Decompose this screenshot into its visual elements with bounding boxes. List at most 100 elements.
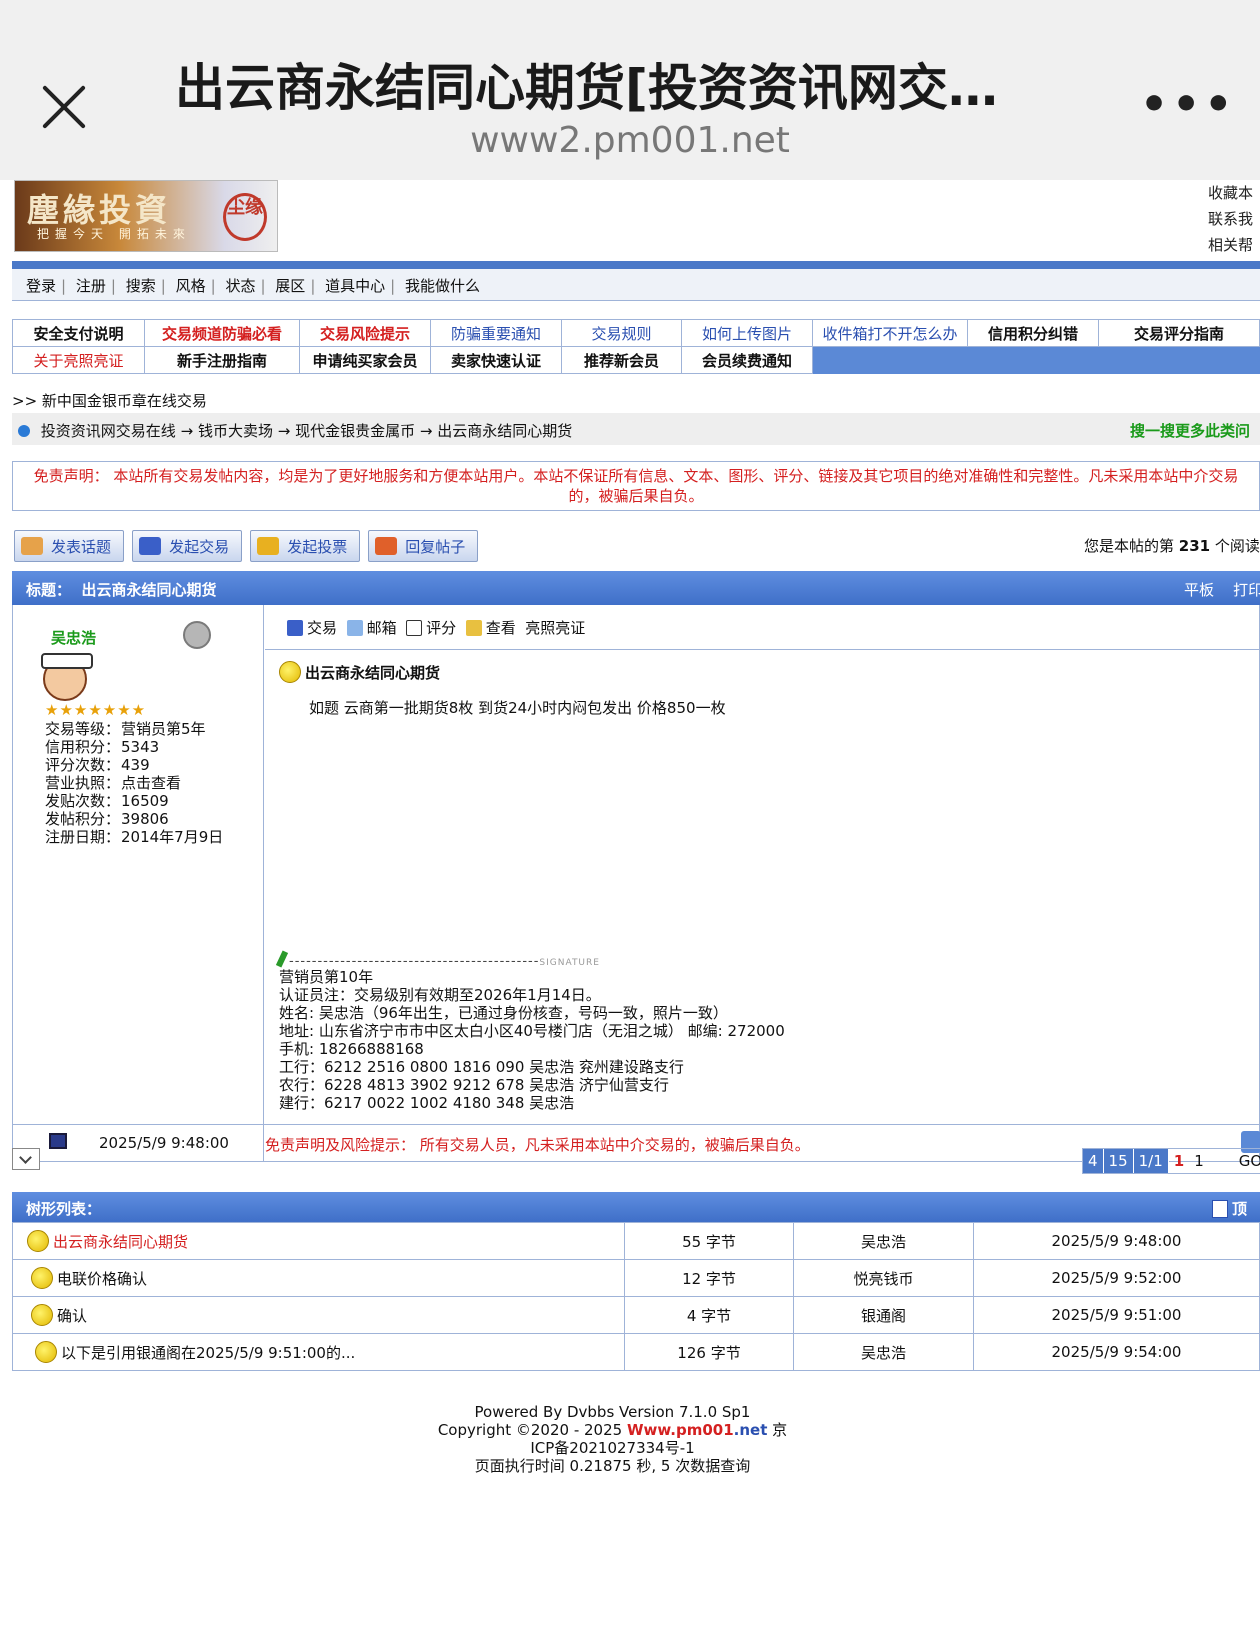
notice-link[interactable]: 交易频道防骗必看 [144, 319, 300, 347]
reply-button[interactable]: 回复帖子 [368, 530, 479, 562]
notice-link[interactable]: 会员续费通知 [681, 346, 813, 374]
new-trade-button[interactable]: 发起交易 [132, 530, 243, 562]
pencil-icon [21, 537, 43, 555]
risk-notice: 免责声明及风险提示： 所有交易人员，凡未采用本站中介交易的，被骗后果自负。 [265, 1136, 810, 1154]
signature: 营销员第10年 认证员注：交易级别有效期至2026年1月14日。 姓名: 吴忠浩（9… [279, 968, 785, 1112]
signature-line: 建行：6217 0022 1002 4180 348 吴忠浩 [279, 1094, 575, 1112]
notice-link[interactable]: 申请纯买家会员 [299, 346, 431, 374]
reply-icon [375, 537, 398, 555]
avatar [41, 653, 93, 701]
notice-link[interactable]: 交易评分指南 [1098, 319, 1260, 347]
computer-icon[interactable] [49, 1133, 67, 1149]
print-link[interactable]: 打印 [1233, 581, 1260, 599]
table-row[interactable]: 确认 4 字节 银通阁 2025/5/9 9:51:00 [12, 1296, 1260, 1334]
image-icon [465, 620, 482, 636]
top-link[interactable]: 顶 [1232, 1200, 1247, 1218]
menu-register[interactable]: 注册 [76, 277, 106, 295]
table-row[interactable]: 出云商永结同心期货 55 字节 吴忠浩 2025/5/9 9:48:00 [12, 1222, 1260, 1260]
smiley-icon [279, 661, 301, 683]
author-info-row: 交易等级：营销员第5年 [45, 720, 206, 738]
bar-chart-icon [257, 537, 280, 555]
menu-exhibit[interactable]: 展区 [275, 277, 305, 295]
author-panel: 吴忠浩 ★★★★★★★ 交易等级：营销员第5年 信用积分：5343 评分次数：439… [13, 605, 264, 1124]
breadcrumb-item[interactable]: 钱币大卖场 [198, 422, 273, 440]
bookmark-link[interactable]: 收藏本 [1208, 180, 1253, 206]
document-icon [1212, 1200, 1228, 1218]
table-row[interactable]: 电联价格确认 12 字节 悦亮钱币 2025/5/9 9:52:00 [12, 1259, 1260, 1297]
signature-line: 农行：6228 4813 3902 9212 678 吴忠浩 济宁仙营支行 [279, 1076, 669, 1094]
author-info-row: 发贴次数：16509 [45, 792, 169, 810]
notice-link[interactable]: 交易风险提示 [299, 319, 431, 347]
author-info-row: 评分次数：439 [45, 756, 150, 774]
smiley-icon [27, 1230, 49, 1252]
view-link[interactable]: 查看 [486, 619, 516, 637]
author-info-row: 注册日期：2014年7月9日 [45, 828, 224, 846]
icp-link[interactable]: ICP备2021027334号-1 [0, 1439, 1225, 1457]
mail-icon [346, 620, 363, 636]
signature-line: 地址: 山东省济宁市市中区太白小区40号楼门店（无泪之城） 邮编: 272000 [279, 1022, 785, 1040]
trade-link[interactable]: 交易 [307, 619, 337, 637]
notice-link[interactable]: 推荐新会员 [561, 346, 682, 374]
menu-what-can-i-do[interactable]: 我能做什么 [405, 277, 480, 295]
current-page: 1 [1173, 1152, 1185, 1170]
search-more-link[interactable]: 搜一搜更多此类问 [1130, 420, 1250, 441]
notice-link[interactable]: 卖家快速认证 [430, 346, 562, 374]
post-title: 出云商永结同心期货 [279, 661, 440, 683]
post-footer: 2025/5/9 9:48:00 免责声明及风险提示： 所有交易人员，凡未采用本… [12, 1125, 1260, 1162]
notice-grid: 安全支付说明 交易频道防骗必看 交易风险提示 防骗重要通知 交易规则 如何上传图… [12, 319, 1260, 374]
notice-link[interactable]: 关于亮照亮证 [12, 346, 145, 374]
breadcrumb: 投资资讯网交易在线 → 钱币大卖场 → 现代金银贵金属币 → 出云商永结同心期货… [12, 413, 1260, 445]
post-body: 如题 云商第一批期货8枚 到货24小时内闷包发出 价格850一枚 [309, 699, 726, 717]
menu-login[interactable]: 登录 [26, 277, 56, 295]
new-poll-button[interactable]: 发起投票 [250, 530, 361, 562]
contact-link[interactable]: 联系我 [1208, 206, 1253, 232]
author-info-row: 信用积分：5343 [45, 738, 160, 756]
signature-line: 姓名: 吴忠浩（96年出生，已通过身份核查，号码一致，照片一致） [279, 1004, 728, 1022]
notice-link[interactable]: 收件箱打不开怎么办 [812, 319, 968, 347]
menu-style[interactable]: 风格 [176, 277, 206, 295]
notice-link[interactable]: 信用积分纠错 [967, 319, 1099, 347]
notice-link[interactable]: 新手注册指南 [144, 346, 300, 374]
mailbox-link[interactable]: 邮箱 [367, 619, 397, 637]
breadcrumb-item[interactable]: 投资资讯网交易在线 [41, 422, 176, 440]
notice-link[interactable]: 交易规则 [561, 319, 682, 347]
author-info: 交易等级：营销员第5年 信用积分：5343 评分次数：439 营业执照：点击查看 发贴次… [45, 720, 223, 846]
rating-stars: ★★★★★★★ [45, 701, 147, 719]
help-link[interactable]: 相关帮 [1208, 232, 1253, 258]
flat-view-link[interactable]: 平板 [1184, 581, 1214, 599]
author-name[interactable]: 吴忠浩 [51, 627, 96, 648]
notice-link[interactable]: 安全支付说明 [12, 319, 145, 347]
action-buttons: 发表话题 发起交易 发起投票 回复帖子 [14, 530, 481, 562]
rate-link[interactable]: 评分 [426, 619, 456, 637]
bullet-icon [18, 425, 30, 437]
site-logo[interactable]: 塵緣投資 把握今天 開拓未來 尘缘 [14, 180, 278, 252]
table-row[interactable]: 以下是引用银通阁在2025/5/9 9:51:00的... 126 字节 吴忠浩… [12, 1333, 1260, 1371]
site-link[interactable]: Www.pm001 [627, 1421, 734, 1439]
breadcrumb-item[interactable]: 现代金银贵金属币 [295, 422, 415, 440]
read-count: 您是本帖的第 231 个阅读 [1084, 537, 1260, 555]
go-button[interactable]: GO [1209, 1149, 1260, 1173]
page-input[interactable]: 1 [1189, 1149, 1209, 1173]
menu-status[interactable]: 状态 [225, 277, 255, 295]
more-menu-icon[interactable]: ••• [1140, 83, 1236, 127]
chevron-down-icon[interactable] [12, 1148, 40, 1170]
shield-icon [287, 620, 303, 636]
post-content: 交易 邮箱 评分 查看 亮照亮证 出云商永结同心期货 如题 云商第一批期货8枚 … [265, 605, 1260, 1124]
pager-cell: 1/1 [1133, 1149, 1169, 1173]
notice-link[interactable]: 如何上传图片 [681, 319, 813, 347]
menu-search[interactable]: 搜索 [126, 277, 156, 295]
pager-cell: 4 [1083, 1149, 1104, 1173]
post-tools: 交易 邮箱 评分 查看 亮照亮证 [287, 617, 585, 638]
section-breadcrumb[interactable]: >> 新中国金银币章在线交易 [12, 390, 207, 411]
pager-cell: 15 [1103, 1149, 1134, 1173]
new-topic-button[interactable]: 发表话题 [14, 530, 124, 562]
menu-props[interactable]: 道具中心 [325, 277, 385, 295]
page-url: www2.pm001.net [470, 120, 790, 161]
signature-line: 工行：6212 2516 0800 1816 090 吴忠浩 兖州建设路支行 [279, 1058, 684, 1076]
seal-icon: 尘缘 [223, 193, 267, 241]
smiley-icon [31, 1267, 53, 1289]
license-link[interactable]: 亮照亮证 [525, 619, 585, 637]
page-content: 塵緣投資 把握今天 開拓未來 尘缘 收藏本 联系我 相关帮 登录 | 注册 | 搜索… [0, 180, 1260, 1649]
notice-link[interactable]: 防骗重要通知 [430, 319, 562, 347]
breadcrumb-item[interactable]: 出云商永结同心期货 [437, 422, 572, 440]
